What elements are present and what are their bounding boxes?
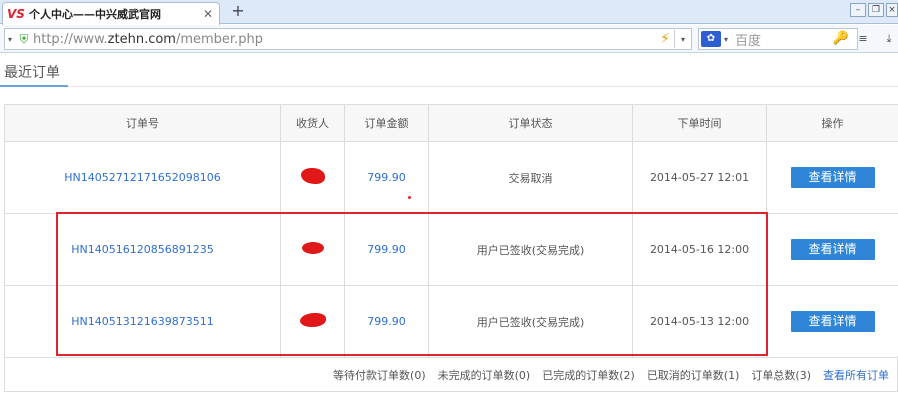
order-status: 用户已签收(交易完成) bbox=[428, 285, 633, 358]
action-cell: 查看详情 bbox=[766, 213, 898, 286]
url-dropdown-icon[interactable]: ▾ bbox=[675, 35, 691, 44]
key-icon[interactable]: 🔑 bbox=[832, 31, 850, 46]
heading-divider bbox=[0, 86, 898, 87]
view-all-orders-link[interactable]: 查看所有订单 bbox=[823, 367, 889, 383]
browser-tab[interactable]: VS 个人中心——中兴威武官网 ✕ bbox=[2, 2, 220, 25]
order-stats-footer: 等待付款订单数(0) 未完成的订单数(0) 已完成的订单数(2) 已取消的订单数… bbox=[4, 356, 898, 392]
column-status: 订单状态 bbox=[428, 104, 633, 142]
order-number-link[interactable]: HN14052712171652098106 bbox=[4, 141, 281, 214]
minimize-window-icon[interactable]: – bbox=[850, 3, 866, 17]
pending-payment-count[interactable]: 等待付款订单数(0) bbox=[333, 367, 426, 383]
baidu-paw-icon[interactable]: ✿ bbox=[701, 31, 721, 47]
restore-window-icon[interactable]: ❐ bbox=[868, 3, 884, 17]
heading-underline bbox=[0, 85, 68, 87]
action-cell: 查看详情 bbox=[766, 141, 898, 214]
order-amount: 799.90 bbox=[344, 213, 429, 286]
order-stats: 等待付款订单数(0) 未完成的订单数(0) 已完成的订单数(2) 已取消的订单数… bbox=[333, 367, 889, 383]
completed-count[interactable]: 已完成的订单数(2) bbox=[542, 367, 635, 383]
action-cell: 查看详情 bbox=[766, 285, 898, 358]
download-icon[interactable]: ⤓ bbox=[882, 32, 896, 46]
column-action: 操作 bbox=[766, 104, 898, 142]
order-amount: 799.90 bbox=[344, 141, 429, 214]
view-details-button[interactable]: 查看详情 bbox=[790, 167, 875, 188]
site-favicon-icon: VS bbox=[7, 7, 25, 21]
view-details-button[interactable]: 查看详情 bbox=[790, 239, 875, 260]
tab-strip: VS 个人中心——中兴威武官网 ✕ + – ❐ × bbox=[0, 0, 898, 25]
incomplete-count[interactable]: 未完成的订单数(0) bbox=[438, 367, 531, 383]
security-shield-icon: ⛨ bbox=[19, 31, 29, 46]
cancelled-count[interactable]: 已取消的订单数(1) bbox=[647, 367, 740, 383]
speed-mode-icon[interactable]: ⚡ bbox=[656, 31, 674, 47]
order-amount: 799.90 bbox=[344, 285, 429, 358]
url-field[interactable]: ▾ ⛨ http://www.ztehn.com/member.php ⚡ ▾ bbox=[4, 28, 692, 50]
redacted-name-mark bbox=[301, 242, 324, 254]
order-number-link[interactable]: HN140516120856891235 bbox=[4, 213, 281, 286]
close-window-icon[interactable]: × bbox=[886, 3, 898, 17]
column-order-no: 订单号 bbox=[4, 104, 281, 142]
address-bar: ▾ ⛨ http://www.ztehn.com/member.php ⚡ ▾ … bbox=[0, 25, 898, 53]
new-tab-button[interactable]: + bbox=[228, 2, 248, 20]
redacted-name-mark bbox=[300, 168, 325, 184]
order-time: 2014-05-13 12:00 bbox=[632, 285, 767, 358]
receiver-cell bbox=[280, 141, 345, 214]
redacted-name-mark bbox=[299, 313, 326, 327]
column-time: 下单时间 bbox=[632, 104, 767, 142]
total-count: 订单总数(3) bbox=[751, 369, 811, 382]
history-dropdown-icon[interactable]: ▾ bbox=[5, 35, 15, 44]
annotation-dot bbox=[408, 196, 411, 199]
order-status: 用户已签收(交易完成) bbox=[428, 213, 633, 286]
order-time: 2014-05-27 12:01 bbox=[632, 141, 767, 214]
column-amount: 订单金额 bbox=[344, 104, 429, 142]
view-details-button[interactable]: 查看详情 bbox=[790, 311, 875, 332]
order-status: 交易取消 bbox=[428, 141, 633, 214]
menu-dropdown-icon[interactable]: ≡ bbox=[856, 32, 870, 46]
tab-title: 个人中心——中兴威武官网 bbox=[29, 8, 161, 21]
receiver-cell bbox=[280, 213, 345, 286]
url-text[interactable]: http://www.ztehn.com/member.php bbox=[33, 32, 656, 47]
column-receiver: 收货人 bbox=[280, 104, 345, 142]
close-tab-icon[interactable]: ✕ bbox=[201, 7, 215, 21]
table-row: HN14052712171652098106 799.90 交易取消 2014-… bbox=[4, 141, 898, 214]
order-number-link[interactable]: HN140513121639873511 bbox=[4, 285, 281, 358]
search-engine-dropdown-icon[interactable]: ▾ bbox=[721, 35, 731, 44]
order-time: 2014-05-16 12:00 bbox=[632, 213, 767, 286]
table-row: HN140516120856891235 799.90 用户已签收(交易完成) … bbox=[4, 213, 898, 286]
page-title: 最近订单 bbox=[4, 65, 60, 81]
table-header-row: 订单号 收货人 订单金额 订单状态 下单时间 操作 bbox=[4, 104, 898, 142]
orders-table: 订单号 收货人 订单金额 订单状态 下单时间 操作 HN140527121716… bbox=[4, 104, 898, 358]
receiver-cell bbox=[280, 285, 345, 358]
table-row: HN140513121639873511 799.90 用户已签收(交易完成) … bbox=[4, 285, 898, 358]
